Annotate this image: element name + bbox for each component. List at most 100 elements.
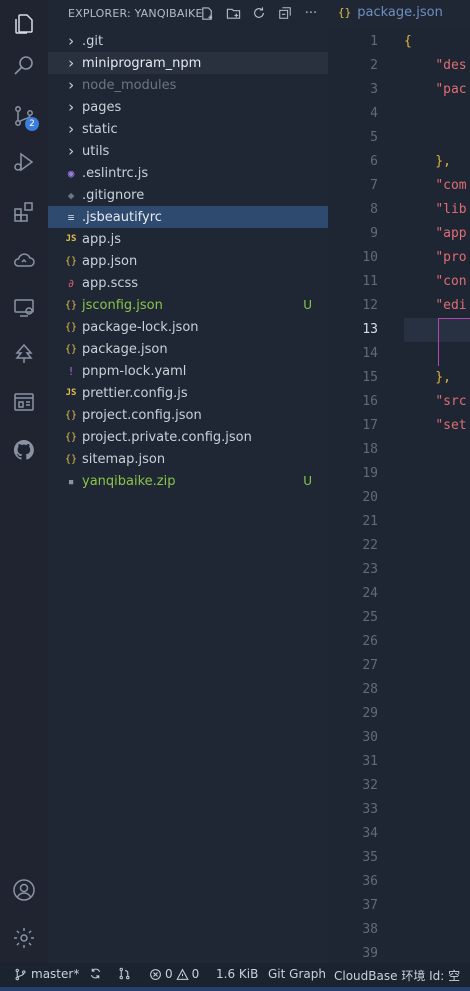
json-file-icon: {} — [64, 431, 78, 443]
code-string: "set — [435, 418, 467, 433]
code-line: "pro — [404, 246, 470, 270]
code-punctuation — [404, 202, 435, 217]
code-punctuation: }, — [404, 154, 451, 169]
line-number: 12 — [362, 298, 378, 313]
chevron-right-icon: › — [66, 32, 76, 50]
warning-icon — [175, 968, 189, 980]
new-file-icon[interactable] — [194, 4, 220, 22]
git-pull-request-icon[interactable] — [118, 967, 131, 980]
problems-status[interactable]: 0 0 — [149, 967, 199, 981]
tree-item-label: package.json — [82, 341, 168, 357]
line-number: 36 — [362, 874, 378, 889]
tree-item-label: .eslintrc.js — [82, 165, 149, 181]
browser-preview-icon[interactable] — [0, 378, 48, 426]
more-icon[interactable]: ··· — [298, 4, 324, 22]
run-debug-icon[interactable] — [0, 138, 48, 186]
line-number: 10 — [362, 250, 378, 265]
extensions-icon[interactable] — [0, 188, 48, 236]
tree-folder[interactable]: › utils — [48, 140, 328, 162]
search-icon[interactable] — [0, 42, 48, 90]
refresh-icon[interactable] — [246, 4, 272, 22]
tree-file[interactable]: {} app.json — [48, 250, 328, 272]
code-line: "des — [404, 54, 470, 78]
tab-package-json[interactable]: {} package.json — [338, 5, 443, 20]
code-line: "edi — [404, 294, 470, 318]
files-icon[interactable] — [0, 0, 48, 48]
tree-folder[interactable]: › static — [48, 118, 328, 140]
source-control-icon[interactable]: 2 — [0, 92, 48, 140]
tree-item-label: static — [82, 121, 118, 137]
tree-file[interactable]: JS prettier.config.js — [48, 382, 328, 404]
line-number: 2 — [370, 58, 378, 73]
tree-file[interactable]: ∂ app.scss — [48, 272, 328, 294]
tree-file[interactable]: {} jsconfig.json U — [48, 294, 328, 316]
line-number: 23 — [362, 562, 378, 577]
line-number: 26 — [362, 634, 378, 649]
line-number: 35 — [362, 850, 378, 865]
tree-file[interactable]: {} project.config.json — [48, 404, 328, 426]
line-number: 20 — [362, 490, 378, 505]
code-string: "edi — [435, 298, 467, 313]
code-line: "set — [404, 414, 470, 438]
line-number: 37 — [362, 898, 378, 913]
vscode-window: 2 EXPLORER: YANQIBAIKE ··· › .git › mini… — [0, 0, 470, 991]
code-string: "pro — [435, 250, 467, 265]
collapse-icon[interactable] — [272, 4, 298, 22]
error-count: 0 — [165, 967, 173, 981]
code-line: "app — [404, 222, 470, 246]
tree-icon[interactable] — [0, 330, 48, 378]
tree-file[interactable]: ≡ .jsbeautifyrc — [48, 206, 328, 228]
code-punctuation — [404, 226, 435, 241]
new-folder-icon[interactable] — [220, 4, 246, 22]
tree-file[interactable]: {} sitemap.json — [48, 448, 328, 470]
sync-icon[interactable] — [89, 967, 102, 980]
js-file-icon: JS — [65, 234, 77, 244]
code-punctuation — [404, 274, 435, 289]
code-line: "com — [404, 174, 470, 198]
tree-folder[interactable]: › .git — [48, 30, 328, 52]
code-string: "app — [435, 226, 467, 241]
code-punctuation: }, — [404, 370, 451, 385]
tree-file[interactable]: ▪ yanqibaike.zip U — [48, 470, 328, 492]
code-string: "des — [435, 58, 467, 73]
code-punctuation — [404, 298, 435, 313]
remote-explorer-icon[interactable] — [0, 284, 48, 332]
cloud-icon[interactable] — [0, 236, 48, 284]
branch-name: master* — [31, 967, 80, 981]
tree-folder[interactable]: › pages — [48, 96, 328, 118]
git-graph-button[interactable]: Git Graph — [268, 967, 326, 981]
tree-file[interactable]: JS app.js — [48, 228, 328, 250]
account-icon[interactable] — [0, 866, 48, 914]
tree-file[interactable]: {} package-lock.json — [48, 316, 328, 338]
tree-item-label: app.js — [82, 231, 121, 247]
line-number: 1 — [370, 34, 378, 49]
tree-file[interactable]: ◆ .gitignore — [48, 184, 328, 206]
code-editor[interactable]: 1 2 3 4 5 6 7 8 9 10 11 12 13 14 15 16 17 18 19 20 21 22 23 24 2… — [328, 30, 470, 963]
tree-folder[interactable]: › miniprogram_npm — [48, 52, 328, 74]
line-number: 34 — [362, 826, 378, 841]
tree-file[interactable]: {} project.private.config.json — [48, 426, 328, 448]
settings-gear-icon[interactable] — [0, 914, 48, 962]
code-string: "com — [435, 178, 467, 193]
code-lines: { "des "pac }, "com "lib "app "pro "con … — [404, 30, 470, 438]
line-number: 19 — [362, 466, 378, 481]
json-file-icon: {} — [64, 453, 78, 465]
tree-item-label: miniprogram_npm — [82, 55, 202, 71]
github-icon[interactable] — [0, 426, 48, 474]
json-file-icon: {} — [338, 6, 352, 19]
cloudbase-env[interactable]: CloudBase 环境 Id: 空 — [334, 967, 460, 984]
file-tree: › .git › miniprogram_npm › node_modules › pages… — [48, 30, 328, 492]
chevron-right-icon: › — [66, 76, 76, 94]
line-number: 24 — [362, 586, 378, 601]
tree-file[interactable]: ! pnpm-lock.yaml — [48, 360, 328, 382]
tree-folder[interactable]: › node_modules — [48, 74, 328, 96]
tree-file[interactable]: ◉ .eslintrc.js — [48, 162, 328, 184]
file-size[interactable]: 1.6 KiB — [216, 967, 258, 981]
branch-status[interactable]: master* — [14, 967, 79, 981]
code-punctuation — [404, 178, 435, 193]
code-string: "pac — [435, 82, 467, 97]
js-file-icon: JS — [65, 388, 77, 398]
chevron-right-icon: › — [66, 54, 76, 72]
tree-file[interactable]: {} package.json — [48, 338, 328, 360]
